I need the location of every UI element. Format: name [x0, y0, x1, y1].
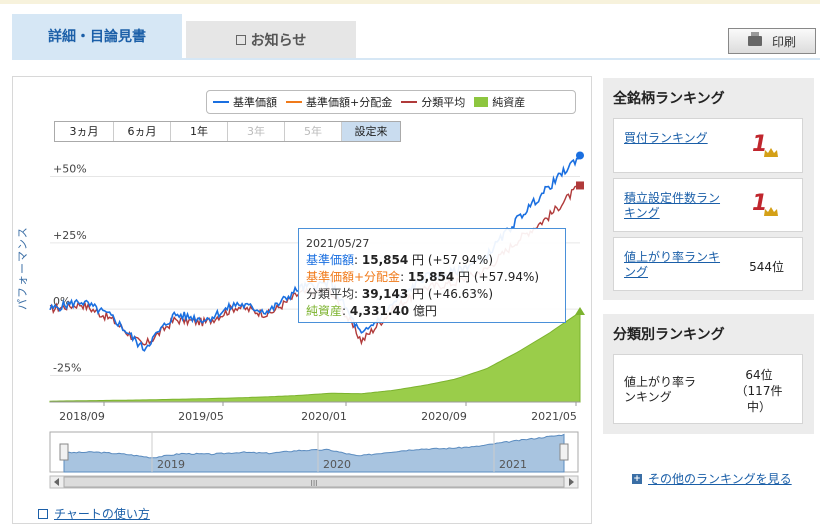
window-icon [38, 508, 48, 519]
y-tick-label: +50% [53, 163, 87, 176]
tooltip-row: 基準価額+分配金: 15,854 円 (+57.94%) [306, 270, 540, 284]
legend-swatch [474, 97, 489, 107]
legend-item[interactable]: 基準価額 [213, 94, 277, 110]
tooltip-value: 39,143 [361, 287, 409, 301]
tooltip-row: 基準価額: 15,854 円 (+57.94%) [306, 253, 494, 267]
legend-swatch [213, 101, 229, 103]
range-button[interactable]: 1年 [171, 122, 228, 141]
chart-howto-label: チャートの使い方 [54, 507, 150, 521]
x-tick-label: 2019/05 [178, 410, 224, 423]
range-button: 5年 [285, 122, 342, 141]
scroll-grip-icon: III [310, 479, 317, 488]
crown-icon [764, 207, 778, 216]
y-tick-label: -25% [53, 361, 81, 374]
tooltip-value: 4,331.40 [349, 304, 410, 318]
tooltip-change: (+57.94%) [424, 253, 494, 267]
tooltip-unit: 円 [408, 253, 425, 267]
tooltip-value: 15,854 [361, 253, 409, 267]
range-button: 3年 [228, 122, 285, 141]
category-ranking-title: 分類別ランキング [613, 327, 725, 343]
tooltip-label: 基準価額+分配金 [306, 270, 401, 284]
navigator-tick-label: 2020 [323, 458, 351, 471]
print-button[interactable]: 印刷 [728, 28, 816, 54]
ranking-buy-link[interactable]: 買付ランキング [624, 131, 724, 146]
tooltip-change: (+46.63%) [424, 287, 494, 301]
chart-howto-link[interactable]: チャートの使い方 [38, 505, 150, 522]
net-assets-end-marker [575, 307, 585, 315]
y-axis-title: パフォーマンス [16, 226, 29, 310]
chart-legend: 基準価額 基準価額+分配金 分類平均 純資産 [206, 90, 576, 114]
ranking-rise-link[interactable]: 値上がり率ランキング [624, 250, 724, 280]
crown-icon [764, 148, 778, 157]
ranking-card-buy: 買付ランキング 1 [613, 118, 803, 173]
ranking-card-tsumitate: 積立設定件数ランキング 1 [613, 178, 803, 232]
all-ranking-panel: 全銘柄ランキング 買付ランキング 1 積立設定件数ランキング 1 値上がり率ラン… [603, 78, 814, 300]
legend-label: 分類平均 [421, 96, 466, 109]
printer-icon [747, 32, 762, 46]
range-button[interactable]: 設定来 [342, 122, 400, 141]
chart-tooltip: 2021/05/27 基準価額: 15,854 円 (+57.94%) 基準価額+… [298, 228, 566, 323]
tooltip-change: (+57.94%) [470, 270, 540, 284]
net-assets-area [49, 311, 581, 403]
category-rise-label: 値上がり率ランキング [624, 375, 697, 404]
y-tick-label: +25% [53, 229, 87, 242]
navigator-handle-right[interactable] [559, 443, 569, 461]
plus-icon: + [632, 474, 642, 484]
legend-label: 基準価額+分配金 [306, 96, 393, 109]
tooltip-unit: 円 [408, 287, 425, 301]
legend-swatch [401, 101, 418, 103]
navigator-tick-label: 2021 [499, 458, 527, 471]
legend-label: 純資産 [492, 96, 526, 109]
navigator-handle-left[interactable] [59, 443, 69, 461]
x-tick-label: 2020/09 [421, 410, 467, 423]
category-ranking-card: 値上がり率ランキング 64位（117件中） [613, 354, 803, 424]
all-ranking-title: 全銘柄ランキング [613, 91, 725, 107]
legend-item[interactable]: 基準価額+分配金 [286, 94, 392, 110]
range-selector: 3ヵ月 6ヵ月 1年 3年 5年 設定来 [54, 121, 401, 142]
ranking-tsumitate-link[interactable]: 積立設定件数ランキング [624, 191, 724, 221]
tooltip-label: 分類平均 [306, 287, 355, 301]
ranking-card-rise: 値上がり率ランキング 544位 [613, 237, 803, 291]
print-label: 印刷 [771, 34, 796, 49]
more-rankings-label: その他のランキングを見る [648, 472, 792, 486]
nav-end-marker [576, 151, 584, 160]
more-rankings-link[interactable]: + その他のランキングを見る [632, 470, 808, 488]
ranking-rise-value: 544位 [749, 260, 784, 274]
navigator-tick-label: 2019 [157, 458, 185, 471]
category-end-marker [576, 181, 584, 190]
category-ranking-panel: 分類別ランキング 値上がり率ランキング 64位（117件中） [603, 314, 814, 434]
x-tick-label: 2018/09 [59, 410, 105, 423]
tooltip-date: 2021/05/27 [306, 237, 370, 250]
x-tick-label: 2021/05 [531, 410, 577, 423]
tooltip-row: 分類平均: 39,143 円 (+46.63%) [306, 287, 494, 301]
legend-item[interactable]: 分類平均 [401, 94, 465, 110]
x-tick-label: 2020/01 [301, 410, 347, 423]
category-rise-value: 64位（117件中） [735, 368, 783, 414]
tooltip-unit: 円 [454, 270, 471, 284]
tooltip-unit: 億円 [409, 304, 437, 318]
tooltip-value: 15,854 [407, 270, 455, 284]
legend-item[interactable]: 純資産 [474, 94, 525, 110]
range-button[interactable]: 6ヵ月 [114, 122, 171, 141]
legend-swatch [286, 101, 302, 103]
legend-label: 基準価額 [233, 96, 277, 109]
range-button[interactable]: 3ヵ月 [55, 122, 114, 141]
tooltip-label: 基準価額 [306, 253, 355, 267]
tooltip-label: 純資産 [306, 304, 343, 318]
tooltip-row: 純資産: 4,331.40 億円 [306, 304, 437, 318]
